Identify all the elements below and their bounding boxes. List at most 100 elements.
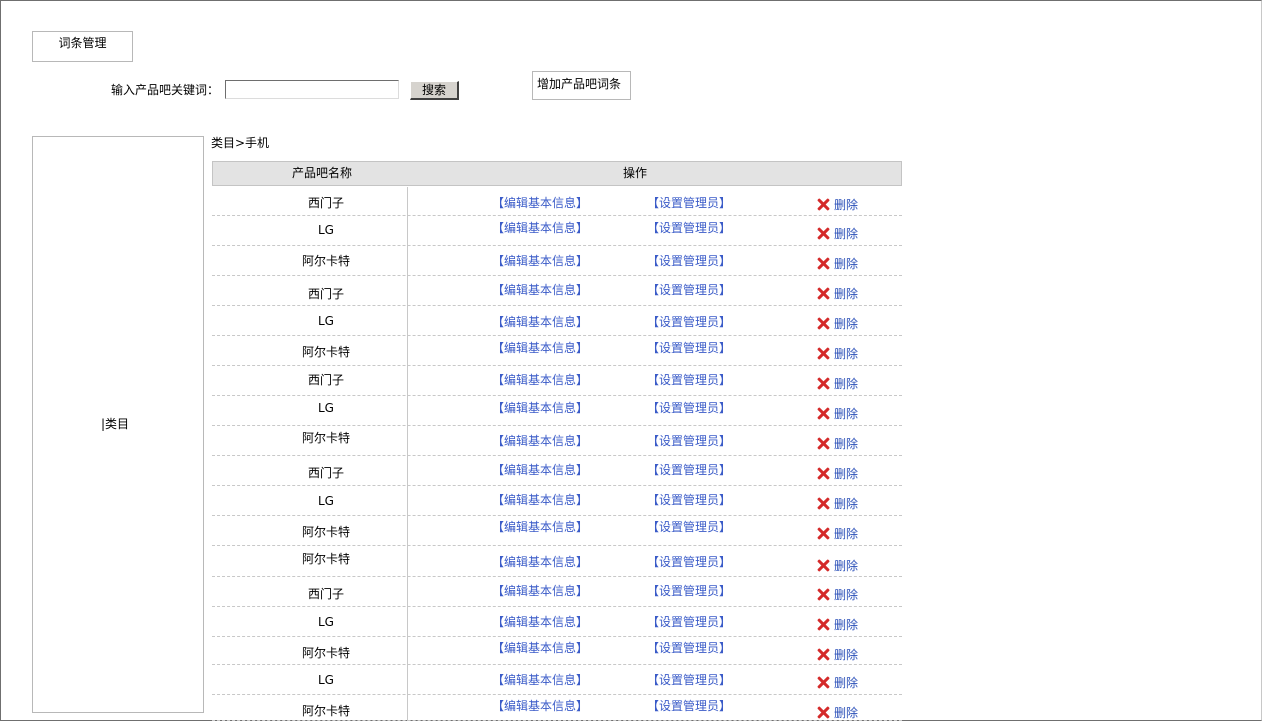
edit-info-link[interactable]: 【编辑基本信息】: [492, 313, 588, 330]
product-name: LG: [318, 314, 334, 328]
set-admin-link[interactable]: 【设置管理员】: [647, 194, 731, 211]
edit-info-link[interactable]: 【编辑基本信息】: [492, 518, 588, 535]
delete-link[interactable]: 删除: [817, 465, 858, 482]
edit-info-link[interactable]: 【编辑基本信息】: [492, 281, 588, 298]
set-admin-link[interactable]: 【设置管理员】: [647, 219, 731, 236]
delete-label: 删除: [834, 227, 859, 241]
table-row: 西门子 【编辑基本信息】 【设置管理员】 删除: [212, 456, 902, 486]
tab-term-management[interactable]: 词条管理: [32, 31, 133, 62]
edit-info-link[interactable]: 【编辑基本信息】: [492, 399, 588, 416]
delete-link[interactable]: 删除: [817, 704, 858, 721]
product-name: 西门子: [307, 466, 344, 480]
delete-link[interactable]: 删除: [817, 405, 858, 422]
edit-info-link[interactable]: 【编辑基本信息】: [492, 639, 588, 656]
table-row: LG 【编辑基本信息】 【设置管理员】 删除: [212, 665, 902, 695]
set-admin-link[interactable]: 【设置管理员】: [647, 671, 731, 688]
delete-link[interactable]: 删除: [817, 646, 858, 663]
close-icon: [817, 706, 830, 719]
delete-link[interactable]: 删除: [817, 557, 858, 574]
set-admin-link[interactable]: 【设置管理员】: [647, 613, 731, 630]
delete-link[interactable]: 删除: [817, 435, 858, 452]
product-name: 西门子: [307, 587, 344, 601]
delete-label: 删除: [834, 588, 859, 602]
set-admin-link[interactable]: 【设置管理员】: [647, 339, 731, 356]
delete-label: 删除: [834, 527, 859, 541]
set-admin-link[interactable]: 【设置管理员】: [647, 697, 731, 714]
delete-label: 删除: [834, 559, 859, 573]
product-name: 阿尔卡特: [301, 646, 350, 660]
edit-info-link[interactable]: 【编辑基本信息】: [492, 582, 588, 599]
delete-link[interactable]: 删除: [817, 255, 858, 272]
set-admin-link[interactable]: 【设置管理员】: [647, 553, 731, 570]
set-admin-link[interactable]: 【设置管理员】: [647, 252, 731, 269]
delete-link[interactable]: 删除: [817, 674, 858, 691]
product-name: LG: [318, 615, 334, 629]
set-admin-link[interactable]: 【设置管理员】: [647, 639, 731, 656]
delete-link[interactable]: 删除: [817, 285, 858, 302]
set-admin-link[interactable]: 【设置管理员】: [647, 582, 731, 599]
edit-info-link[interactable]: 【编辑基本信息】: [492, 461, 588, 478]
close-icon: [817, 676, 830, 689]
set-admin-link[interactable]: 【设置管理员】: [647, 371, 731, 388]
table-header: 产品吧名称 操作: [212, 161, 902, 186]
close-icon: [817, 287, 830, 300]
set-admin-link[interactable]: 【设置管理员】: [647, 491, 731, 508]
table-row: 西门子 【编辑基本信息】 【设置管理员】 删除: [212, 577, 902, 607]
delete-link[interactable]: 删除: [817, 315, 858, 332]
edit-info-link[interactable]: 【编辑基本信息】: [492, 252, 588, 269]
product-name: 阿尔卡特: [301, 704, 350, 718]
search-button[interactable]: 搜索: [410, 81, 459, 100]
product-name: 阿尔卡特: [301, 431, 350, 445]
table-row: 阿尔卡特 【编辑基本信息】 【设置管理员】 删除: [212, 336, 902, 366]
search-input[interactable]: [225, 80, 399, 99]
delete-link[interactable]: 删除: [817, 345, 858, 362]
set-admin-link[interactable]: 【设置管理员】: [647, 399, 731, 416]
sidebar-label[interactable]: |类目: [101, 415, 129, 432]
set-admin-link[interactable]: 【设置管理员】: [647, 313, 731, 330]
edit-info-link[interactable]: 【编辑基本信息】: [492, 371, 588, 388]
edit-info-link[interactable]: 【编辑基本信息】: [492, 339, 588, 356]
edit-info-link[interactable]: 【编辑基本信息】: [492, 697, 588, 714]
delete-link[interactable]: 删除: [817, 375, 858, 392]
close-icon: [817, 317, 830, 330]
delete-link[interactable]: 删除: [817, 196, 858, 213]
delete-link[interactable]: 删除: [817, 586, 858, 603]
delete-label: 删除: [834, 407, 859, 421]
product-name: 西门子: [307, 196, 344, 210]
edit-info-link[interactable]: 【编辑基本信息】: [492, 553, 588, 570]
table-row: 西门子 【编辑基本信息】 【设置管理员】 删除: [212, 366, 902, 396]
edit-info-link[interactable]: 【编辑基本信息】: [492, 219, 588, 236]
close-icon: [817, 618, 830, 631]
edit-info-link[interactable]: 【编辑基本信息】: [492, 432, 588, 449]
delete-link[interactable]: 删除: [817, 525, 858, 542]
set-admin-link[interactable]: 【设置管理员】: [647, 518, 731, 535]
close-icon: [817, 497, 830, 510]
edit-info-link[interactable]: 【编辑基本信息】: [492, 613, 588, 630]
breadcrumb: 类目>手机: [211, 136, 270, 150]
table-row: LG 【编辑基本信息】 【设置管理员】 删除: [212, 486, 902, 516]
table-row: 西门子 【编辑基本信息】 【设置管理员】 删除: [212, 187, 902, 216]
add-term-button[interactable]: 增加产品吧词条: [532, 71, 631, 100]
product-name: 阿尔卡特: [301, 345, 350, 359]
product-name: 阿尔卡特: [301, 525, 350, 539]
delete-link[interactable]: 删除: [817, 225, 858, 242]
edit-info-link[interactable]: 【编辑基本信息】: [492, 671, 588, 688]
table-row: 阿尔卡特 【编辑基本信息】 【设置管理员】 删除: [212, 546, 902, 577]
set-admin-link[interactable]: 【设置管理员】: [647, 281, 731, 298]
edit-info-link[interactable]: 【编辑基本信息】: [492, 194, 588, 211]
close-icon: [817, 559, 830, 572]
category-sidebar: |类目: [32, 136, 204, 713]
close-icon: [817, 648, 830, 661]
product-name: 西门子: [307, 373, 344, 387]
delete-label: 删除: [834, 257, 859, 271]
table-row: LG 【编辑基本信息】 【设置管理员】 删除: [212, 216, 902, 246]
close-icon: [817, 347, 830, 360]
delete-label: 删除: [834, 198, 859, 212]
delete-link[interactable]: 删除: [817, 616, 858, 633]
column-header-actions: 操作: [623, 166, 648, 180]
set-admin-link[interactable]: 【设置管理员】: [647, 432, 731, 449]
edit-info-link[interactable]: 【编辑基本信息】: [492, 491, 588, 508]
delete-label: 删除: [834, 467, 859, 481]
set-admin-link[interactable]: 【设置管理员】: [647, 461, 731, 478]
delete-link[interactable]: 删除: [817, 495, 858, 512]
